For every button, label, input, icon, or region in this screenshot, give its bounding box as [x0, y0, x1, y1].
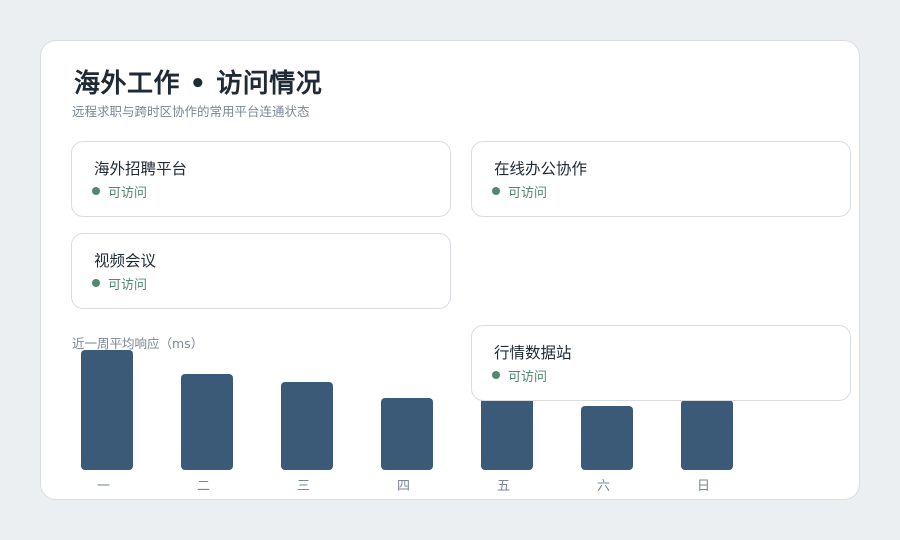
status-panel: 海外工作 • 访问情况 远程求职与跨时区协作的常用平台连通状态 海外招聘平台 可… — [40, 40, 860, 500]
x-tick-label: 五 — [497, 479, 510, 494]
platform-card-market-data[interactable]: 行情数据站 可访问 — [471, 325, 851, 401]
status-dot-icon — [492, 371, 500, 379]
bar-7 — [681, 400, 733, 470]
status-text: 可访问 — [508, 369, 548, 385]
x-tick-label: 日 — [697, 479, 710, 494]
response-time-chart: 一二三四五六日 — [81, 350, 733, 494]
x-tick-label: 六 — [597, 479, 610, 494]
bar-1 — [81, 350, 133, 470]
bar-6 — [581, 406, 633, 470]
x-tick-label: 三 — [297, 479, 310, 494]
platform-status: 可访问 — [492, 366, 548, 385]
platform-name: 行情数据站 — [494, 344, 572, 362]
bar-2 — [181, 374, 233, 470]
x-tick-label: 一 — [97, 479, 110, 494]
bar-4 — [381, 398, 433, 470]
bar-5 — [481, 390, 533, 470]
x-tick-label: 四 — [397, 479, 410, 494]
x-tick-label: 二 — [197, 479, 210, 494]
bar-3 — [281, 382, 333, 470]
